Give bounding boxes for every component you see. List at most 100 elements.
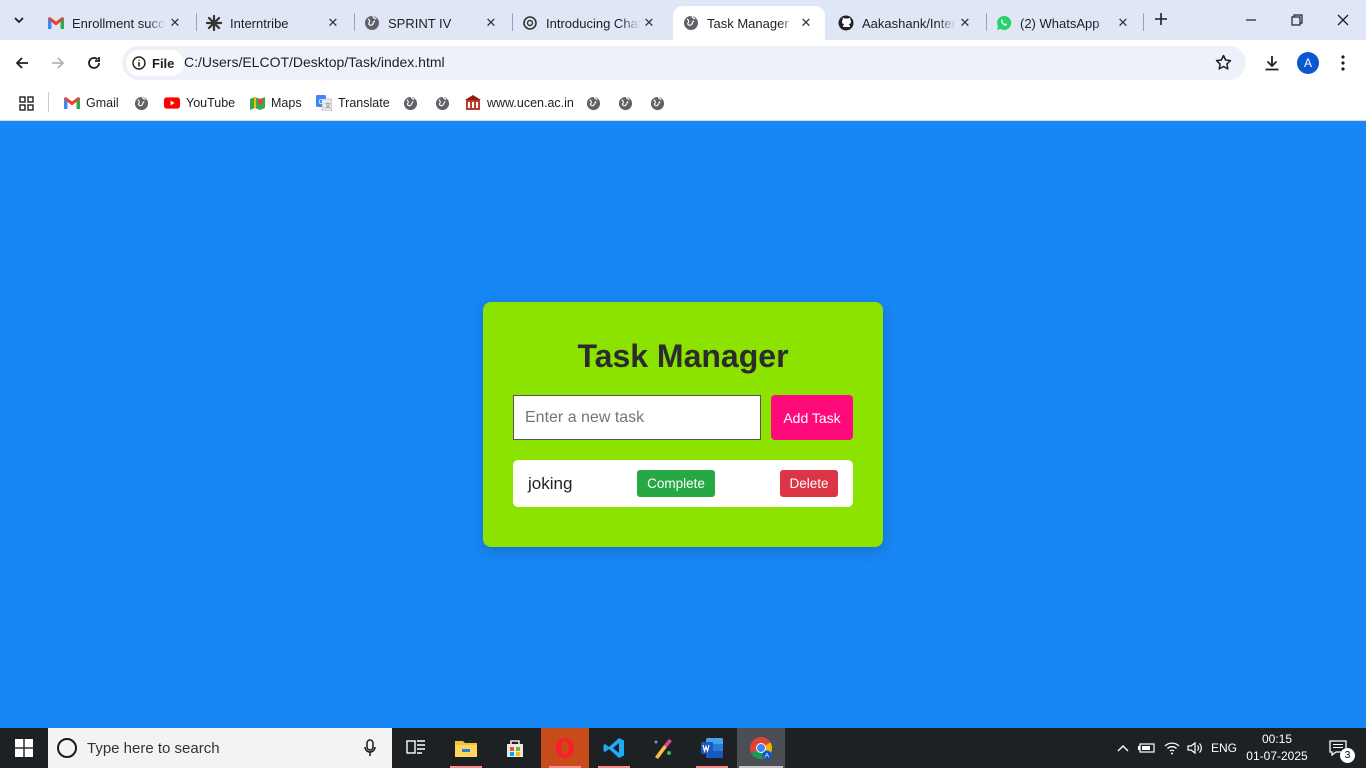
clock-date: 01-07-2025: [1246, 749, 1308, 763]
chrome-button[interactable]: A: [737, 728, 785, 768]
svg-text:A: A: [765, 753, 770, 760]
new-task-input[interactable]: [513, 395, 761, 440]
vscode-button[interactable]: [590, 728, 638, 768]
bookmark-star-icon[interactable]: [1215, 54, 1232, 71]
bookmark-globe[interactable]: [434, 93, 450, 113]
arrow-right-icon: [52, 57, 65, 69]
word-button[interactable]: [688, 728, 736, 768]
address-bar[interactable]: File C:/Users/ELCOT/Desktop/Task/index.h…: [122, 46, 1246, 80]
windows-logo-icon: [15, 739, 33, 757]
bookmark-gmail[interactable]: Gmail: [64, 93, 119, 113]
start-button[interactable]: [0, 728, 48, 768]
bookmark-label: www.ucen.ac.in: [487, 96, 574, 110]
complete-button[interactable]: Complete: [637, 470, 715, 497]
task-manager-card: Task Manager Add Task joking Complete De…: [483, 302, 883, 547]
bookmark-label: YouTube: [186, 96, 236, 110]
back-button[interactable]: [8, 49, 36, 77]
page-title: Task Manager: [577, 338, 789, 374]
reload-button[interactable]: [80, 49, 108, 77]
add-task-button[interactable]: Add Task: [771, 395, 853, 440]
vscode-icon: [603, 738, 624, 758]
tab-title: (2) WhatsApp: [1020, 15, 1100, 31]
notification-center-button[interactable]: 3: [1318, 728, 1358, 768]
new-tab-button[interactable]: [1150, 8, 1172, 30]
tab-title: Introducing Chat: [546, 15, 640, 31]
task-view-icon: [406, 740, 425, 754]
maps-icon: [249, 95, 265, 111]
tab-enrollment[interactable]: Enrollment succe ✕: [38, 6, 194, 40]
task-text: joking: [528, 474, 573, 493]
close-icon[interactable]: ✕: [324, 14, 342, 32]
bookmark-ucen[interactable]: www.ucen.ac.in: [465, 93, 574, 113]
globe-icon: [683, 15, 699, 31]
gmail-icon: [64, 95, 80, 111]
close-icon: [1337, 14, 1349, 26]
battery-icon[interactable]: [1136, 728, 1158, 768]
close-icon[interactable]: ✕: [797, 14, 815, 32]
close-icon[interactable]: ✕: [166, 14, 184, 32]
kebab-menu-icon[interactable]: [1331, 51, 1355, 75]
bookmark-youtube[interactable]: YouTube: [164, 93, 235, 113]
close-icon[interactable]: ✕: [1114, 14, 1132, 32]
search-placeholder: Type here to search: [87, 739, 220, 757]
taskbar-clock[interactable]: 00:15 01-07-2025: [1246, 731, 1308, 765]
svg-text:文: 文: [325, 102, 331, 110]
word-icon: [701, 738, 723, 758]
notification-badge: 3: [1340, 748, 1355, 763]
bookmark-globe[interactable]: [585, 93, 601, 113]
tab-github[interactable]: Aakashank/Inter ✕: [828, 6, 984, 40]
tray-overflow-button[interactable]: [1112, 728, 1134, 768]
globe-icon: [133, 95, 149, 111]
tab-sprint-iv[interactable]: SPRINT IV ✕: [354, 6, 510, 40]
tab-title: Task Manager: [707, 15, 789, 31]
apps-button[interactable]: [18, 93, 34, 113]
tab-task-manager[interactable]: Task Manager ✕: [673, 6, 825, 40]
close-icon[interactable]: ✕: [482, 14, 500, 32]
forward-button[interactable]: [44, 49, 72, 77]
store-icon: [507, 740, 523, 757]
tab-title: Interntribe: [230, 15, 289, 31]
minimize-button[interactable]: [1228, 0, 1274, 40]
close-window-button[interactable]: [1320, 0, 1366, 40]
store-button[interactable]: [491, 728, 539, 768]
youtube-icon: [164, 95, 180, 111]
paint-button[interactable]: [639, 728, 687, 768]
tab-title: Aakashank/Inter: [862, 15, 956, 31]
bookmark-globe[interactable]: [649, 93, 665, 113]
site-info-chip[interactable]: File: [126, 50, 185, 76]
tab-whatsapp[interactable]: (2) WhatsApp ✕: [986, 6, 1142, 40]
delete-button[interactable]: Delete: [780, 470, 838, 497]
download-icon[interactable]: [1260, 51, 1284, 75]
chevron-down-icon: [14, 17, 24, 24]
clock-time: 00:15: [1261, 732, 1293, 746]
tab-separator: [1143, 13, 1144, 31]
taskbar-search-box[interactable]: Type here to search: [48, 728, 392, 768]
task-view-button[interactable]: [392, 728, 440, 768]
restore-button[interactable]: [1274, 0, 1320, 40]
close-icon[interactable]: ✕: [956, 14, 974, 32]
opera-button[interactable]: [541, 728, 589, 768]
language-indicator[interactable]: ENG: [1208, 728, 1240, 768]
browser-tab-strip: Enrollment succe ✕ Interntribe ✕ SPRINT …: [0, 0, 1366, 40]
bookmark-globe[interactable]: [617, 93, 633, 113]
file-explorer-button[interactable]: [442, 728, 490, 768]
chrome-icon: A: [750, 737, 772, 760]
scheme-label: File: [152, 55, 175, 71]
tab-search-button[interactable]: [6, 7, 32, 33]
volume-icon[interactable]: [1184, 728, 1206, 768]
bookmark-globe[interactable]: [133, 93, 149, 113]
wifi-icon[interactable]: [1160, 728, 1184, 768]
close-icon[interactable]: ✕: [640, 14, 658, 32]
globe-icon: [364, 15, 380, 31]
microphone-icon[interactable]: [358, 739, 382, 757]
tab-interntribe[interactable]: Interntribe ✕: [196, 6, 352, 40]
url-text[interactable]: C:/Users/ELCOT/Desktop/Task/index.html: [184, 54, 445, 70]
profile-avatar[interactable]: A: [1297, 52, 1319, 74]
bookmark-translate[interactable]: G文 Translate: [316, 93, 390, 113]
openai-icon: [522, 15, 538, 31]
chevron-up-icon: [1117, 745, 1129, 752]
tab-introducing-chat[interactable]: Introducing Chat ✕: [512, 6, 668, 40]
bookmark-maps[interactable]: Maps: [249, 93, 302, 113]
globe-icon: [402, 95, 418, 111]
bookmark-globe[interactable]: [402, 93, 418, 113]
